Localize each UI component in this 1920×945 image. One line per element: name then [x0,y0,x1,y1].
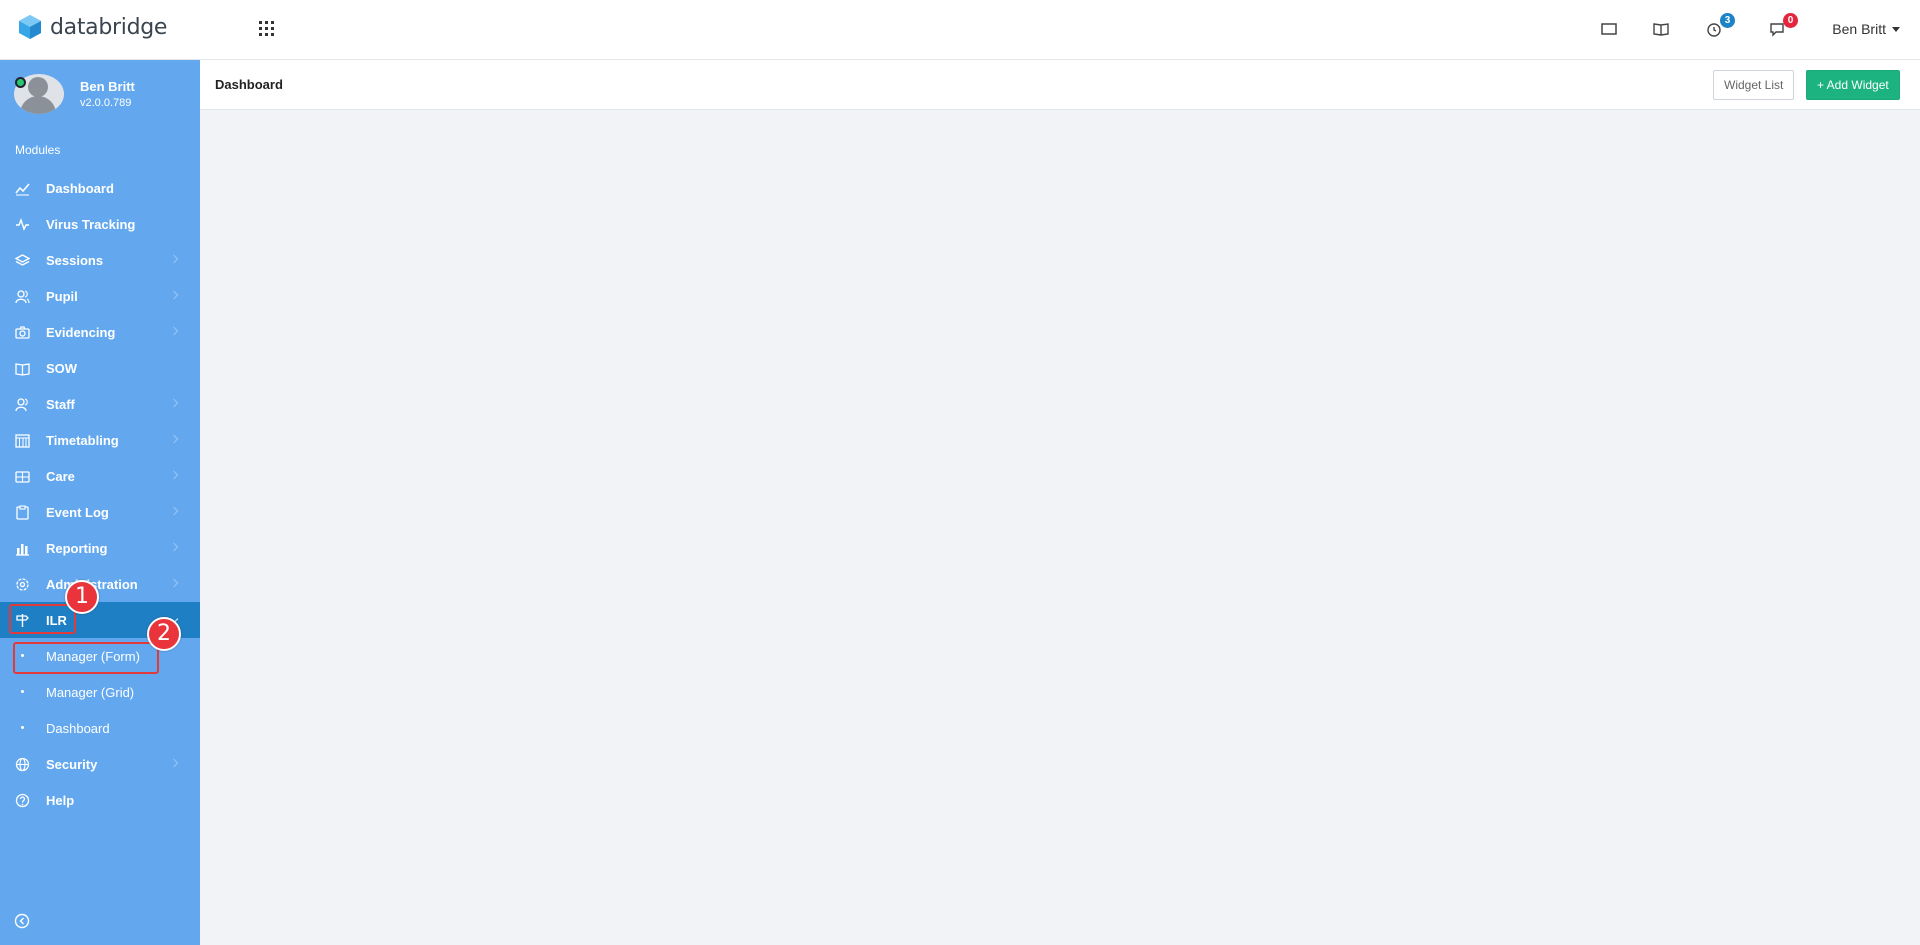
chevron-right-icon [169,506,179,516]
sidebar-menu: Dashboard Virus Tracking Sessions Pupil … [0,170,200,818]
chevron-right-icon [169,254,179,264]
sidebar-item-pupil[interactable]: Pupil [0,278,200,314]
sidebar-item-sow[interactable]: SOW [0,350,200,386]
chevron-right-icon [169,542,179,552]
clock-icon[interactable]: 3 [1705,13,1735,40]
bullet-icon [21,690,24,693]
sidebar-item-label: Sessions [46,252,104,268]
sidebar-item-administration[interactable]: Administration [0,566,200,602]
sidebar-item-label: Reporting [46,540,108,556]
chevron-right-icon [169,326,179,336]
medical-icon [15,469,30,484]
user-profile: Ben Britt v2.0.0.789 [14,74,135,114]
sidebar-item-sessions[interactable]: Sessions [0,242,200,278]
layers-icon [14,253,31,268]
widget-list-button[interactable]: Widget List [1713,70,1795,100]
sidebar-item-evidencing[interactable]: Evidencing [0,314,200,350]
chevron-right-icon [169,290,179,300]
annotation-marker-2: 2 [147,617,181,651]
sidebar-item-label: Help [46,792,75,808]
highlight-box-manager-form [13,642,159,674]
dashboard-canvas [200,110,1920,945]
sidebar-item-event-log[interactable]: Event Log [0,494,200,530]
book-icon[interactable] [1652,20,1672,40]
sidebar-item-label: Event Log [46,504,109,520]
sidebar-item-label: Staff [46,396,75,412]
highlight-box-ilr [9,604,76,634]
chevron-right-icon [169,434,179,444]
sidebar-item-dashboard[interactable]: Dashboard [0,170,200,206]
brand-logo[interactable]: databridge [18,14,167,40]
bullet-icon [21,726,24,729]
collapse-sidebar-icon[interactable] [14,913,30,929]
sidebar-item-reporting[interactable]: Reporting [0,530,200,566]
sidebar-item-virus-tracking[interactable]: Virus Tracking [0,206,200,242]
app-version: v2.0.0.789 [80,97,132,109]
chart-line-icon [15,181,30,196]
camera-icon [15,325,30,340]
databridge-logo-icon [19,15,41,39]
modules-heading: Modules [15,143,61,157]
chevron-right-icon [169,758,179,768]
content-header: Dashboard Widget List + Add Widget [200,60,1920,110]
annotation-marker-1: 1 [65,580,99,614]
chevron-right-icon [169,470,179,480]
add-widget-button[interactable]: + Add Widget [1806,70,1900,100]
clipboard-icon [15,505,30,520]
sidebar-subitem-ilr-dashboard[interactable]: Dashboard [0,710,200,746]
sidebar-item-staff[interactable]: Staff [0,386,200,422]
chevron-right-icon [169,578,179,588]
sidebar-item-label: Virus Tracking [46,216,136,232]
chevron-right-icon [169,398,179,408]
sidebar-item-label: Evidencing [46,324,116,340]
chat-icon[interactable]: 0 [1768,13,1798,40]
user-menu-dropdown[interactable]: Ben Britt [1832,21,1900,37]
sidebar: Ben Britt v2.0.0.789 Modules Dashboard V… [0,60,200,945]
calendar-icon [15,433,30,448]
sidebar-item-help[interactable]: Help [0,782,200,818]
sidebar-item-security[interactable]: Security [0,746,200,782]
top-header: databridge 3 0 Ben Britt [0,0,1920,60]
online-status-icon [15,77,26,88]
apps-grid-icon[interactable] [258,20,276,38]
brand-name: databridge [50,14,168,40]
sidebar-item-label: Care [46,468,75,484]
book-icon [15,361,30,376]
sidebar-item-label: Timetabling [46,432,119,448]
chat-badge: 0 [1783,13,1798,28]
bar-chart-icon [15,541,30,556]
sidebar-subitem-label: Manager (Grid) [46,684,135,700]
users-icon [15,397,30,412]
help-icon [15,793,30,808]
gear-icon [15,577,30,592]
sidebar-subitem-label: Dashboard [46,720,110,736]
caret-down-icon [1892,26,1900,32]
sidebar-item-label: Dashboard [46,180,114,196]
globe-icon [15,757,30,772]
sidebar-item-label: SOW [46,360,78,376]
sidebar-item-timetabling[interactable]: Timetabling [0,422,200,458]
page-title: Dashboard [215,77,283,92]
window-icon[interactable] [1600,20,1620,40]
sidebar-subitem-manager-grid[interactable]: Manager (Grid) [0,674,200,710]
users-icon [15,289,30,304]
sidebar-item-label: Pupil [46,288,78,304]
clock-badge: 3 [1720,13,1735,28]
pulse-icon [15,217,30,232]
user-name: Ben Britt [1832,21,1886,37]
sidebar-item-label: Security [46,756,98,772]
sidebar-item-care[interactable]: Care [0,458,200,494]
profile-name: Ben Britt [80,79,135,94]
